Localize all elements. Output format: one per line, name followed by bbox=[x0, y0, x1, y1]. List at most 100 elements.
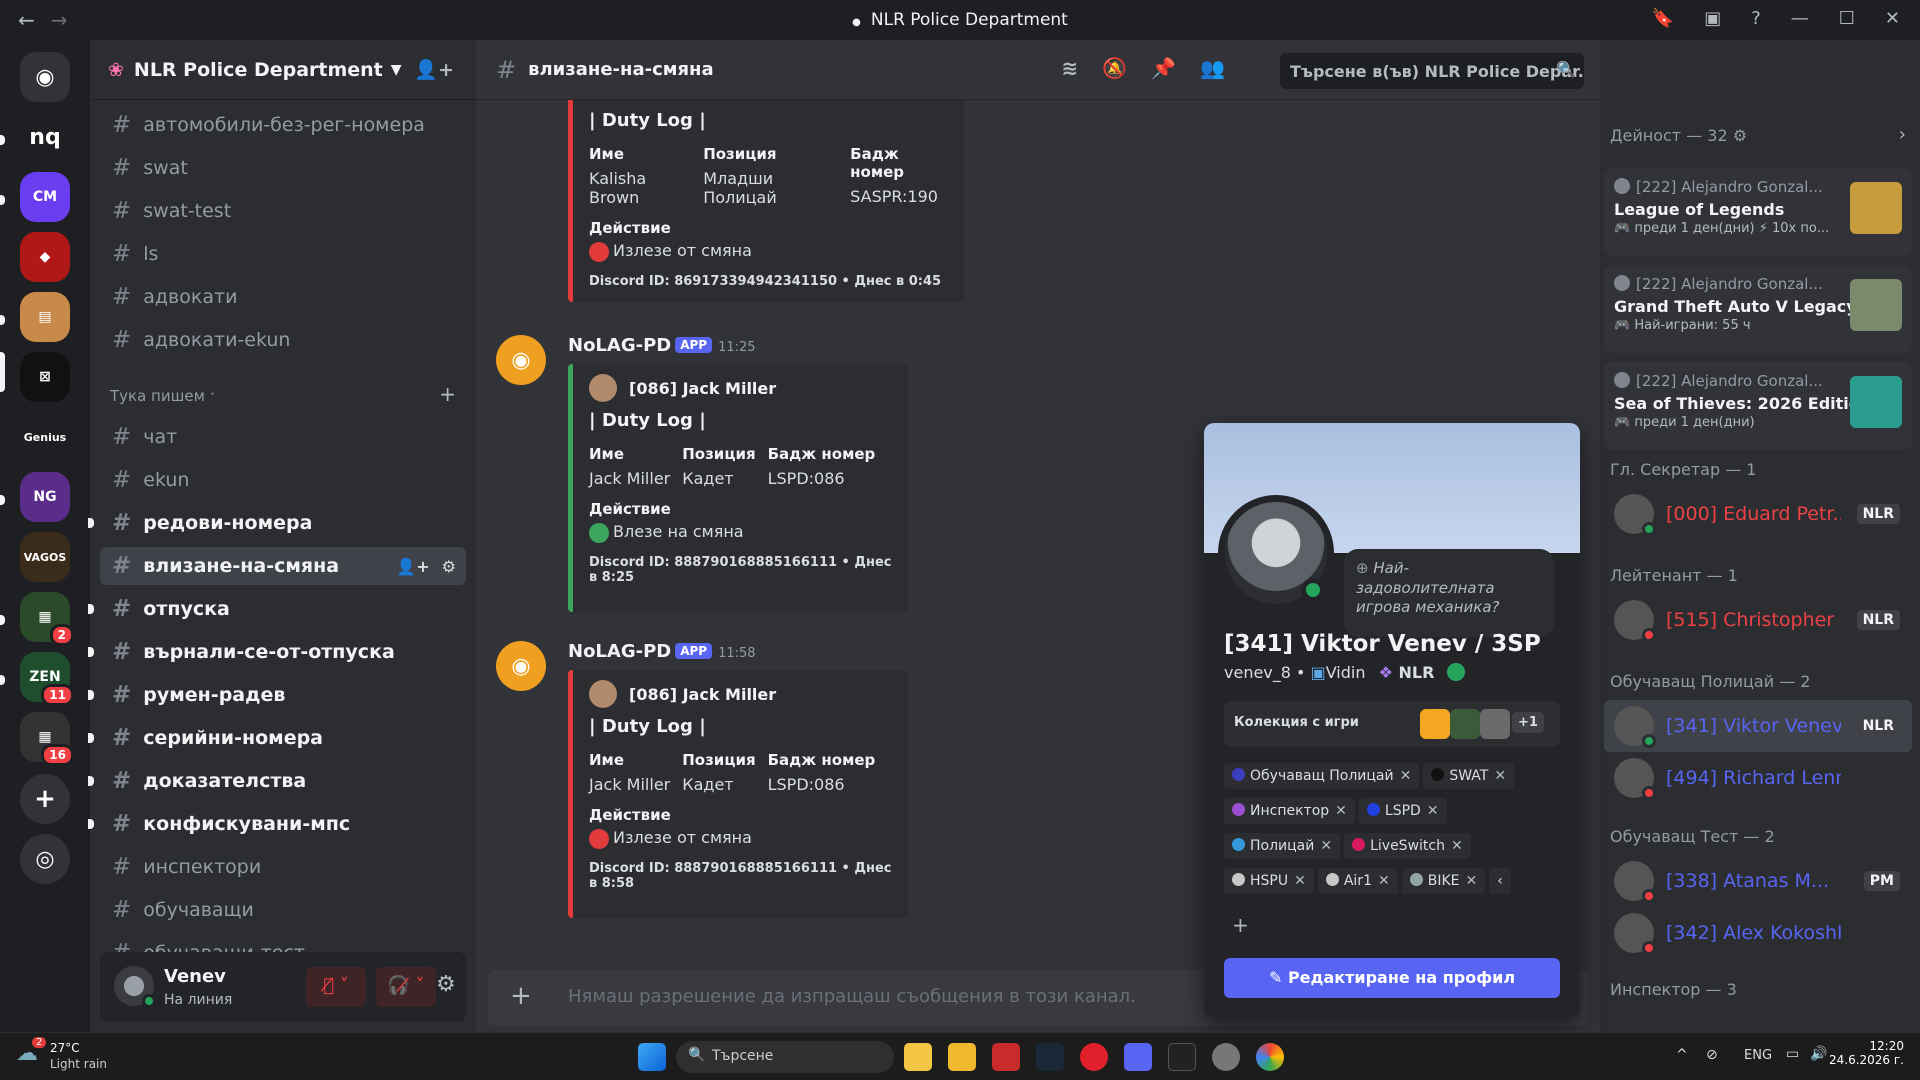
volume-icon[interactable]: 🔊 bbox=[1810, 1046, 1827, 1062]
server-icon-nq[interactable]: nq bbox=[20, 112, 70, 162]
channel-item[interactable]: # адвокати bbox=[100, 278, 466, 316]
close-icon[interactable]: ✕ bbox=[1885, 8, 1900, 29]
channel-item[interactable]: # ekun bbox=[100, 461, 466, 499]
inbox-icon[interactable]: ▣ bbox=[1704, 8, 1721, 29]
edit-profile-button[interactable]: ✎ Редактиране на профил bbox=[1224, 958, 1560, 998]
remove-role-icon[interactable]: ✕ bbox=[1494, 768, 1506, 784]
channel-item[interactable]: # върнали-се-от-отпуска bbox=[88, 633, 466, 671]
channel-item[interactable]: # отпуска bbox=[88, 590, 466, 628]
minimize-icon[interactable]: — bbox=[1791, 8, 1809, 29]
activity-card[interactable]: [222] Alejandro Gonzal... League of Lege… bbox=[1604, 168, 1912, 256]
channel-item[interactable]: # румен-радев bbox=[88, 676, 466, 714]
store-icon[interactable] bbox=[904, 1043, 932, 1071]
role-chip[interactable]: LSPD ✕ bbox=[1358, 798, 1447, 824]
channel-item[interactable]: # адвокати-ekun bbox=[100, 321, 466, 359]
channel-item[interactable]: # автомобили-без-рег-номера bbox=[100, 106, 466, 144]
windows-start-icon[interactable] bbox=[638, 1043, 666, 1071]
server-icon-photo[interactable]: ▤ bbox=[20, 292, 70, 342]
maximize-icon[interactable]: ☐ bbox=[1839, 8, 1855, 29]
invite-icon[interactable]: 👤+ bbox=[396, 557, 429, 576]
server-icon-vagos[interactable]: VAGOS bbox=[20, 532, 70, 582]
role-chip[interactable]: Обучаващ Полицай ✕ bbox=[1224, 763, 1420, 789]
clock[interactable]: 12:20 24.6.2026 г. bbox=[1829, 1039, 1904, 1067]
channel-item[interactable]: # чат bbox=[100, 418, 466, 456]
remove-role-icon[interactable]: ✕ bbox=[1465, 873, 1477, 889]
channel-item[interactable]: # редови-номера bbox=[88, 504, 466, 542]
remove-role-icon[interactable]: ✕ bbox=[1400, 768, 1412, 784]
help-icon[interactable]: ? bbox=[1751, 8, 1761, 29]
channel-item[interactable]: # инспектори bbox=[100, 848, 466, 886]
collapse-roles-button[interactable]: ‹ bbox=[1489, 868, 1511, 894]
server-folder-1[interactable]: ▦ 2 bbox=[20, 592, 74, 646]
server-icon-dota[interactable]: ◆ bbox=[20, 232, 70, 282]
role-chip[interactable]: Полицай ✕ bbox=[1224, 833, 1341, 859]
chevron-right-icon[interactable]: › bbox=[1899, 124, 1906, 145]
deafen-headphones-icon[interactable]: 🎧̸ ˅ bbox=[376, 967, 436, 1007]
remove-role-icon[interactable]: ✕ bbox=[1320, 838, 1332, 854]
opera-icon[interactable] bbox=[1080, 1043, 1108, 1071]
role-chip[interactable]: Инспектор ✕ bbox=[1224, 798, 1355, 824]
add-role-icon[interactable]: + bbox=[1232, 913, 1249, 937]
server-folder-zen[interactable]: ZEN 11 bbox=[20, 652, 74, 706]
remove-role-icon[interactable]: ✕ bbox=[1427, 803, 1439, 819]
taskbar-search[interactable]: 🔍 Търсене bbox=[676, 1041, 894, 1073]
member-item[interactable]: [342] Alex Kokoshkov bbox=[1604, 907, 1912, 959]
member-item[interactable]: [494] Richard Lennox bbox=[1604, 752, 1912, 804]
activity-card[interactable]: [222] Alejandro Gonzal... Grand Theft Au… bbox=[1604, 265, 1912, 353]
remove-role-icon[interactable]: ✕ bbox=[1378, 873, 1390, 889]
user-settings-gear-icon[interactable]: ⚙ bbox=[436, 972, 456, 997]
weather-icon[interactable]: ☁ 2 bbox=[16, 1037, 47, 1071]
mute-microphone-icon[interactable]: 🎙̸ ˅ bbox=[306, 967, 366, 1007]
member-item[interactable]: [000] Eduard Petr... NLR bbox=[1604, 488, 1912, 540]
discord-taskbar-icon[interactable] bbox=[1124, 1043, 1152, 1071]
gear-icon[interactable]: ⚙ bbox=[1733, 126, 1747, 145]
file-explorer-icon[interactable] bbox=[948, 1043, 976, 1071]
guild-tag[interactable]: ❖ NLR bbox=[1379, 663, 1435, 682]
server-folder-2[interactable]: ▦ 16 bbox=[20, 712, 74, 766]
display-icon[interactable]: ▭ bbox=[1786, 1046, 1799, 1062]
steam-icon[interactable] bbox=[1036, 1043, 1064, 1071]
pinned-messages-icon[interactable]: 📌 bbox=[1151, 56, 1176, 80]
language-indicator[interactable]: ENG bbox=[1744, 1048, 1772, 1063]
remove-role-icon[interactable]: ✕ bbox=[1451, 838, 1463, 854]
member-item[interactable]: [338] Atanas M... PM bbox=[1604, 855, 1912, 907]
bookmark-icon[interactable]: 🔖 bbox=[1652, 8, 1674, 29]
network-off-icon[interactable]: ⊘ bbox=[1706, 1047, 1718, 1063]
discord-home-icon[interactable]: ◉ bbox=[20, 52, 70, 102]
channel-item[interactable]: # swat bbox=[100, 149, 466, 187]
server-header[interactable]: ❀ NLR Police Department ▼ 👤+ bbox=[90, 40, 476, 100]
channel-item[interactable]: # серийни-номера bbox=[88, 719, 466, 757]
server-icon-selected[interactable]: ⊠ bbox=[20, 352, 70, 402]
app-icon-red[interactable] bbox=[992, 1043, 1020, 1071]
threads-icon[interactable]: ≋ bbox=[1062, 56, 1079, 80]
chrome-icon[interactable] bbox=[1256, 1043, 1284, 1071]
channel-item[interactable]: # доказателства bbox=[88, 762, 466, 800]
server-icon-genius[interactable]: Genius bbox=[20, 412, 70, 462]
channel-category[interactable]: Тука пишем ˅ bbox=[110, 387, 215, 405]
discover-icon[interactable]: ◎ bbox=[20, 834, 70, 884]
channel-item[interactable]: # обучаващи bbox=[100, 891, 466, 929]
epic-games-icon[interactable] bbox=[1168, 1043, 1196, 1071]
bot-avatar[interactable]: ◉ bbox=[496, 335, 546, 385]
member-item[interactable]: [341] Viktor Venev... NLR bbox=[1604, 700, 1912, 752]
message-author[interactable]: NoLAG-PD bbox=[568, 641, 671, 662]
status-bubble[interactable]: ⊕ Най-задоволителната игрова механика? bbox=[1344, 549, 1554, 637]
profile-avatar[interactable] bbox=[1218, 495, 1334, 611]
notifications-bell-icon[interactable]: 🔕 bbox=[1102, 56, 1127, 80]
server-icon-cm[interactable]: CM bbox=[20, 172, 70, 222]
channel-item[interactable]: # влизане-на-смяна 👤+ ⚙ bbox=[100, 547, 466, 585]
channel-item[interactable]: # swat-test bbox=[100, 192, 466, 230]
role-chip[interactable]: Air1 ✕ bbox=[1317, 868, 1398, 894]
activity-card[interactable]: [222] Alejandro Gonzal... Sea of Thieves… bbox=[1604, 362, 1912, 450]
remove-role-icon[interactable]: ✕ bbox=[1335, 803, 1347, 819]
channel-item[interactable]: # конфискувани-мпс bbox=[88, 805, 466, 843]
channel-settings-gear-icon[interactable]: ⚙ bbox=[442, 557, 456, 576]
channel-item[interactable]: # ls bbox=[100, 235, 466, 273]
create-channel-icon[interactable]: + bbox=[439, 382, 456, 406]
add-server-icon[interactable]: + bbox=[20, 774, 70, 824]
avatar[interactable] bbox=[114, 966, 156, 1008]
tray-chevron-icon[interactable]: ^ bbox=[1676, 1047, 1688, 1063]
bot-avatar[interactable]: ◉ bbox=[496, 641, 546, 691]
role-chip[interactable]: LiveSwitch ✕ bbox=[1344, 833, 1471, 859]
role-chip[interactable]: SWAT ✕ bbox=[1423, 763, 1515, 789]
